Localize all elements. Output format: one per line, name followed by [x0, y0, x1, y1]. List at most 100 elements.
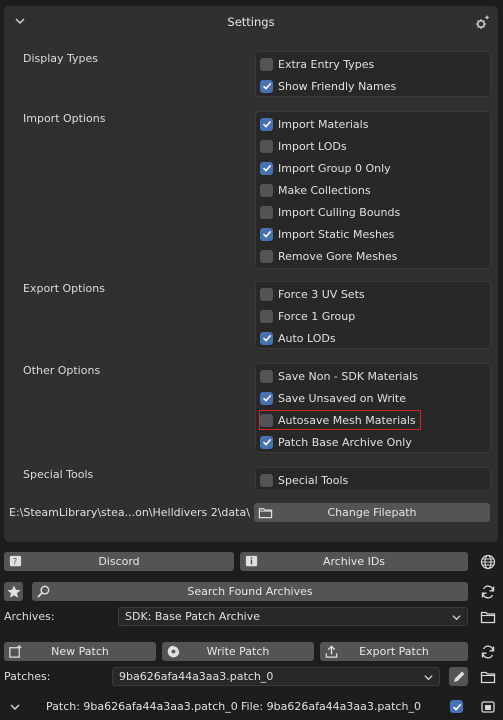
section-label-other-options: Other Options	[23, 364, 101, 377]
export-icon	[325, 645, 338, 658]
patch-entry-options-button[interactable]	[478, 697, 497, 716]
export-patch-label: Export Patch	[359, 645, 429, 658]
checkbox-box[interactable]	[260, 309, 273, 323]
new-file-icon	[9, 644, 22, 658]
patches-label: Patches:	[4, 670, 51, 683]
export-options-group: Force 3 UV Sets Force 1 Group Auto LODs	[255, 281, 491, 349]
checkbox-save-unsaved-on-write[interactable]: Save Unsaved on Write	[260, 389, 406, 407]
checkbox-box[interactable]	[260, 205, 273, 219]
checkbox-import-lods[interactable]: Import LODs	[260, 137, 347, 155]
checkbox-force-1-group[interactable]: Force 1 Group	[260, 307, 355, 325]
refresh-icon	[481, 644, 494, 659]
chevron-down-icon	[452, 615, 461, 621]
checkbox-box[interactable]	[260, 391, 273, 405]
checkbox-box[interactable]	[260, 435, 273, 449]
change-filepath-button[interactable]: Change Filepath	[254, 503, 490, 522]
checkbox-box[interactable]	[260, 369, 273, 383]
checkbox-save-non-sdk-materials[interactable]: Save Non - SDK Materials	[260, 367, 418, 385]
checkbox-box[interactable]	[260, 139, 273, 153]
checkbox-box[interactable]	[260, 249, 273, 263]
checkbox-autosave-mesh-materials[interactable]: Autosave Mesh Materials	[259, 410, 421, 430]
checkbox-label: Patch Base Archive Only	[278, 435, 412, 449]
checkbox-import-group-0-only[interactable]: Import Group 0 Only	[260, 159, 391, 177]
write-patch-label: Write Patch	[206, 645, 270, 658]
checkbox-show-friendly-names[interactable]: Show Friendly Names	[260, 77, 396, 95]
checkbox-auto-lods[interactable]: Auto LODs	[260, 329, 336, 347]
folder-icon	[480, 611, 495, 623]
write-patch-button[interactable]: Write Patch	[162, 642, 314, 661]
checkbox-box[interactable]	[260, 183, 273, 197]
checkbox-label: Autosave Mesh Materials	[278, 413, 416, 427]
checkbox-box[interactable]	[260, 413, 273, 427]
checkbox-box[interactable]	[260, 331, 273, 345]
new-patch-button[interactable]: New Patch	[4, 642, 156, 661]
checkbox-box[interactable]	[260, 227, 273, 241]
checkbox-remove-gore-meshes[interactable]: Remove Gore Meshes	[260, 247, 397, 265]
archive-ids-button[interactable]: Archive IDs	[240, 552, 468, 571]
checkbox-label: Show Friendly Names	[278, 79, 397, 93]
sparkle-gear-icon[interactable]	[474, 14, 490, 30]
globe-button[interactable]	[478, 552, 497, 571]
patch-entry-text: Patch: 9ba626afa44a3aa3.patch_0	[46, 700, 238, 713]
checkbox-label: Auto LODs	[278, 331, 336, 345]
checkbox-label: Remove Gore Meshes	[278, 249, 398, 263]
check-icon	[262, 120, 271, 128]
checkbox-box[interactable]	[260, 287, 273, 301]
checkbox-label: Import Static Meshes	[278, 227, 395, 241]
rename-patch-button[interactable]	[449, 667, 468, 686]
checkbox-label: Force 1 Group	[278, 309, 356, 323]
checkbox-label: Import LODs	[278, 139, 347, 153]
other-options-group: Save Non - SDK Materials Save Unsaved on…	[255, 363, 491, 453]
patches-select-value: 9ba626afa44a3aa3.patch_0	[119, 670, 274, 683]
search-found-archives-button[interactable]: Search Found Archives	[32, 582, 468, 601]
checkbox-special-tools[interactable]: Special Tools	[260, 471, 348, 489]
patch-file-text: File: 9ba626afa44a3aa3.patch_0	[241, 700, 421, 713]
check-icon	[262, 82, 271, 90]
checkbox-box[interactable]	[260, 473, 273, 487]
archives-folder-button[interactable]	[478, 607, 497, 626]
check-icon	[262, 394, 271, 402]
section-label-import-options: Import Options	[23, 112, 106, 125]
checkbox-make-collections[interactable]: Make Collections	[260, 181, 371, 199]
checkbox-label: Extra Entry Types	[278, 57, 375, 71]
patches-folder-button[interactable]	[478, 667, 497, 686]
check-icon	[262, 334, 271, 342]
check-icon	[262, 438, 271, 446]
checkbox-import-culling-bounds[interactable]: Import Culling Bounds	[260, 203, 400, 221]
check-icon	[262, 164, 271, 172]
checkbox-extra-entry-types[interactable]: Extra Entry Types	[260, 55, 374, 73]
patch-entry-row[interactable]: Patch: 9ba626afa44a3aa3.patch_0 File: 9b…	[0, 696, 503, 718]
checkbox-box[interactable]	[260, 57, 273, 71]
panel-header[interactable]: Settings	[4, 6, 498, 38]
checkbox-label: Import Materials	[278, 117, 369, 131]
chevron-down-icon	[424, 675, 433, 681]
patch-entry-checkbox[interactable]	[450, 700, 463, 713]
checkbox-label: Force 3 UV Sets	[278, 287, 365, 301]
change-filepath-label: Change Filepath	[327, 506, 417, 519]
discord-label: Discord	[98, 555, 140, 568]
checkbox-box[interactable]	[260, 161, 273, 175]
checkbox-label: Save Unsaved on Write	[278, 391, 406, 405]
search-found-archives-label: Search Found Archives	[187, 585, 313, 598]
checkbox-patch-base-archive-only[interactable]: Patch Base Archive Only	[260, 433, 412, 451]
checkbox-box[interactable]	[260, 79, 273, 93]
checkbox-label: Import Culling Bounds	[278, 205, 401, 219]
archives-select[interactable]: SDK: Base Patch Archive	[118, 607, 468, 626]
checkbox-import-static-meshes[interactable]: Import Static Meshes	[260, 225, 394, 243]
checkbox-label: Import Group 0 Only	[278, 161, 391, 175]
export-patch-button[interactable]: Export Patch	[320, 642, 468, 661]
discord-button[interactable]: ? Discord	[4, 552, 234, 571]
patch-refresh-button[interactable]	[478, 642, 497, 661]
checkbox-import-materials[interactable]: Import Materials	[260, 115, 368, 133]
checkbox-box[interactable]	[260, 117, 273, 131]
svg-text:?: ?	[13, 556, 17, 566]
patches-select[interactable]: 9ba626afa44a3aa3.patch_0	[112, 667, 440, 686]
checkbox-force-3-uv-sets[interactable]: Force 3 UV Sets	[260, 285, 365, 303]
archives-select-value: SDK: Base Patch Archive	[125, 610, 261, 623]
favorite-button[interactable]	[4, 582, 23, 601]
archives-label: Archives:	[4, 610, 55, 623]
refresh-button[interactable]	[478, 582, 497, 601]
section-label-export-options: Export Options	[23, 282, 105, 295]
new-patch-label: New Patch	[51, 645, 109, 658]
chevron-down-icon[interactable]	[10, 702, 20, 712]
